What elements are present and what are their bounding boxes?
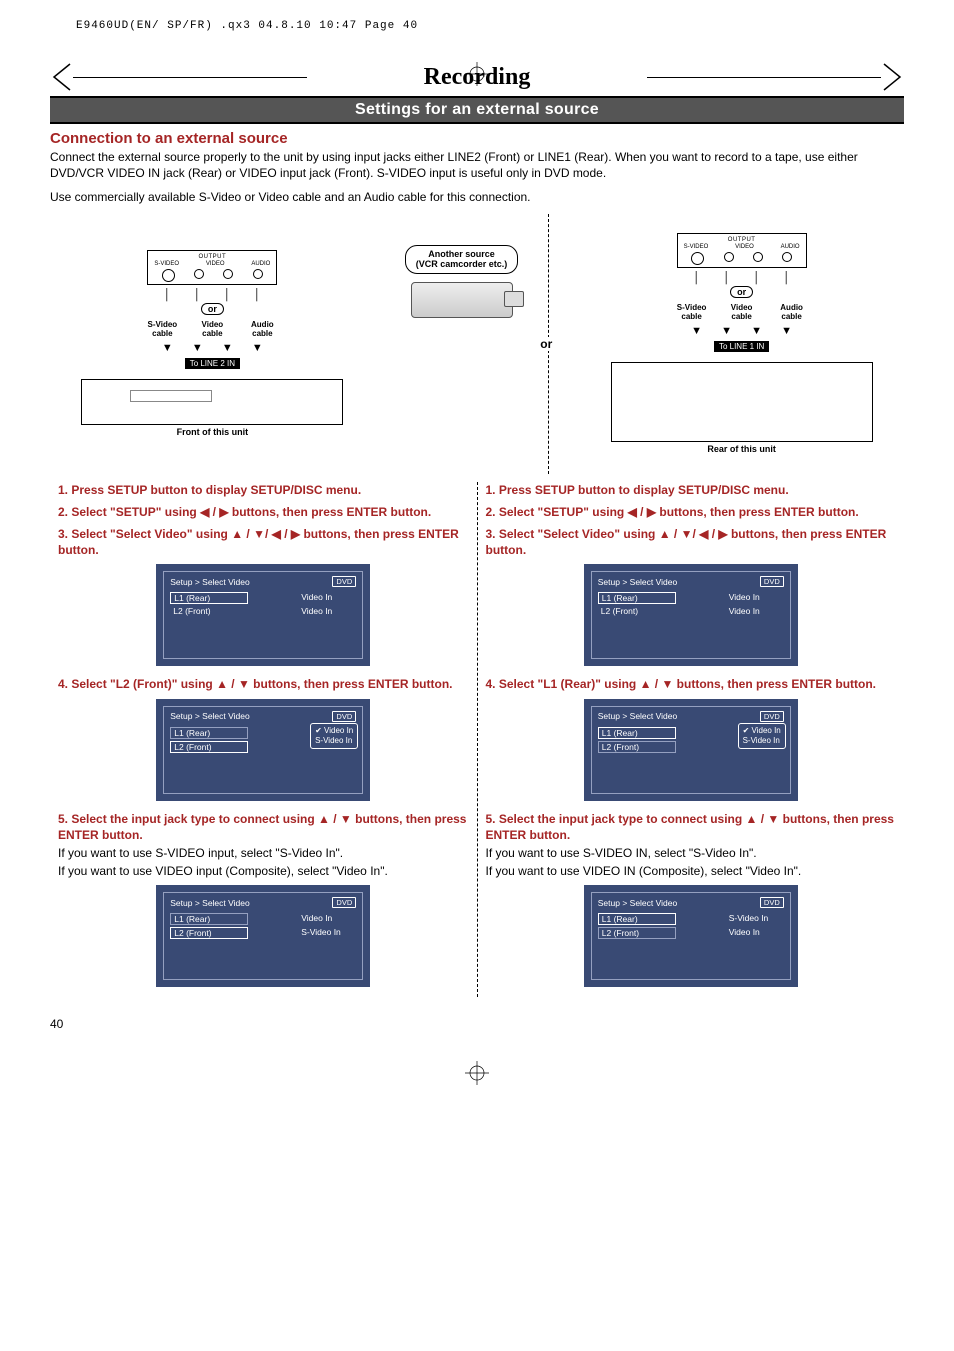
left-step-4: 4. Select "L2 (Front)" using ▲ / ▼ butto…	[58, 676, 469, 692]
intro-paragraph-1: Connect the external source properly to …	[50, 149, 904, 181]
right-step-1: 1. Press SETUP button to display SETUP/D…	[486, 482, 897, 498]
sub-heading: Connection to an external source	[50, 130, 904, 147]
section-bar: Settings for an external source	[50, 96, 904, 124]
chapter-bar: Recording	[50, 62, 904, 92]
left-step-2: 2. Select "SETUP" using ◀ / ▶ buttons, t…	[58, 504, 469, 520]
left-step-1: 1. Press SETUP button to display SETUP/D…	[58, 482, 469, 498]
osd-popup-rear: Video In S-Video In	[738, 723, 786, 750]
left-step-5: 5. Select the input jack type to connect…	[58, 811, 469, 880]
chapter-title: Recording	[306, 64, 647, 91]
to-line1-badge: To LINE 1 IN	[714, 341, 769, 352]
video-cable-label: Video cable	[191, 321, 233, 338]
crop-mark-bottom	[40, 1061, 914, 1088]
to-line2-badge: To LINE 2 IN	[185, 358, 240, 369]
diagram-rear: OUTPUT S-VIDEOVIDEOAUDIO ││││ or S-Video…	[579, 233, 904, 454]
osd-screenshot-front-2: Setup > Select VideoDVD L1 (Rear) L2 (Fr…	[156, 699, 370, 801]
diagram-source: Another source (VCR camcorder etc.)	[405, 245, 519, 323]
audio-cable-label: Audio cable	[241, 321, 283, 338]
intro-paragraph-2: Use commercially available S-Video or Vi…	[50, 189, 904, 205]
osd-screenshot-front-1: Setup > Select VideoDVD L1 (Rear)Video I…	[156, 564, 370, 666]
right-step-3: 3. Select "Select Video" using ▲ / ▼/ ◀ …	[486, 526, 897, 558]
or-pill-left: or	[201, 303, 224, 315]
print-job-header: E9460UD(EN/ SP/FR) .qx3 04.8.10 10:47 Pa…	[76, 20, 914, 32]
diagram-vertical-divider: or	[548, 214, 549, 474]
chevron-right-icon	[880, 62, 904, 92]
right-step-2: 2. Select "SETUP" using ◀ / ▶ buttons, t…	[486, 504, 897, 520]
steps-column-front: 1. Press SETUP button to display SETUP/D…	[50, 482, 477, 998]
diagram-front: OUTPUT S-VIDEOVIDEOAUDIO ││││ or S-Video…	[50, 250, 375, 437]
unit-rear-icon	[611, 362, 873, 442]
osd-popup-front: Video In S-Video In	[310, 723, 358, 750]
or-pill-right: or	[730, 286, 753, 298]
steps-column-rear: 1. Press SETUP button to display SETUP/D…	[478, 482, 905, 998]
source-output-panel-front: OUTPUT S-VIDEOVIDEOAUDIO	[147, 250, 277, 285]
svideo-cable-label: S-Video cable	[141, 321, 183, 338]
front-caption: Front of this unit	[177, 427, 248, 437]
right-step-5: 5. Select the input jack type to connect…	[486, 811, 897, 880]
unit-front-icon	[81, 379, 343, 425]
osd-screenshot-rear-1: Setup > Select VideoDVD L1 (Rear)Video I…	[584, 564, 798, 666]
another-source-label: Another source (VCR camcorder etc.)	[405, 245, 519, 275]
osd-screenshot-front-3: Setup > Select VideoDVD L1 (Rear)Video I…	[156, 885, 370, 987]
rear-caption: Rear of this unit	[707, 444, 776, 454]
chevron-left-icon	[50, 62, 74, 92]
left-step-3: 3. Select "Select Video" using ▲ / ▼/ ◀ …	[58, 526, 469, 558]
osd-screenshot-rear-3: Setup > Select VideoDVD L1 (Rear)S-Video…	[584, 885, 798, 987]
right-step-4: 4. Select "L1 (Rear)" using ▲ / ▼ button…	[486, 676, 897, 692]
page-number: 40	[50, 1017, 904, 1031]
camcorder-icon	[411, 282, 513, 318]
osd-screenshot-rear-2: Setup > Select VideoDVD L1 (Rear) L2 (Fr…	[584, 699, 798, 801]
source-output-panel-rear: OUTPUT S-VIDEOVIDEOAUDIO	[677, 233, 807, 268]
connection-diagram: OUTPUT S-VIDEOVIDEOAUDIO ││││ or S-Video…	[50, 214, 904, 474]
